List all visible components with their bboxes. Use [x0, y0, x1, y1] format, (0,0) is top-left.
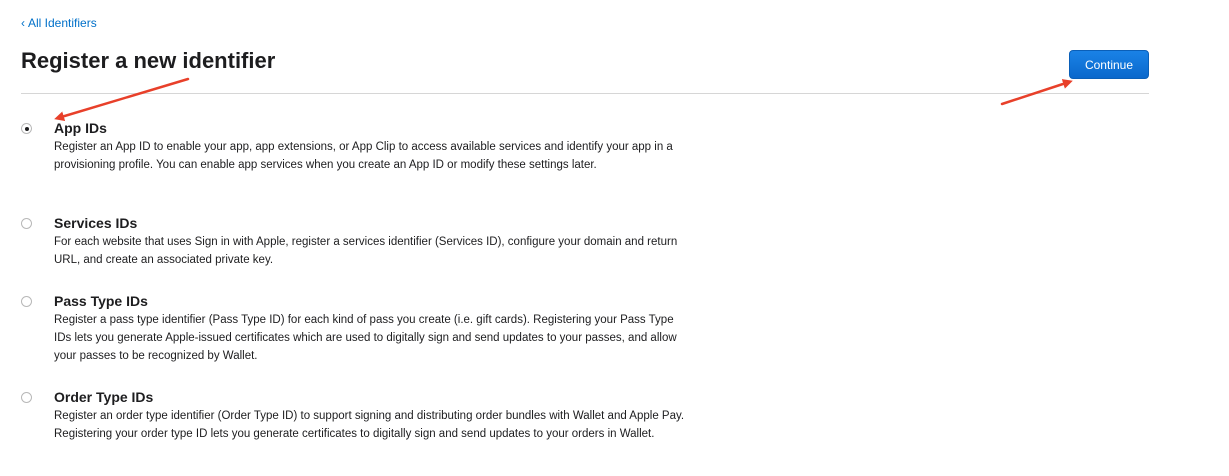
header-divider [21, 93, 1149, 94]
option-description: For each website that uses Sign in with … [54, 236, 678, 266]
page-title: Register a new identifier [21, 48, 276, 73]
chevron-left-icon: ‹ [21, 16, 25, 30]
option-description: Register an order type identifier (Order… [54, 410, 685, 440]
option-title: Order Type IDs [54, 389, 154, 405]
pass-type-ids-radio[interactable] [21, 296, 32, 307]
option-title: Pass Type IDs [54, 293, 148, 309]
option-description: Register a pass type identifier (Pass Ty… [54, 314, 677, 362]
option-title: Services IDs [54, 215, 138, 231]
continue-button[interactable]: Continue [1069, 50, 1149, 79]
all-identifiers-label: All Identifiers [28, 16, 97, 30]
services-ids-radio[interactable] [21, 218, 32, 229]
all-identifiers-link[interactable]: ‹ All Identifiers [21, 15, 97, 31]
option-title: App IDs [54, 120, 107, 136]
order-type-ids-radio[interactable] [21, 392, 32, 403]
option-description: Register an App ID to enable your app, a… [54, 141, 673, 171]
annotation-arrow-app-ids [54, 77, 190, 122]
app-ids-radio[interactable] [21, 123, 32, 134]
